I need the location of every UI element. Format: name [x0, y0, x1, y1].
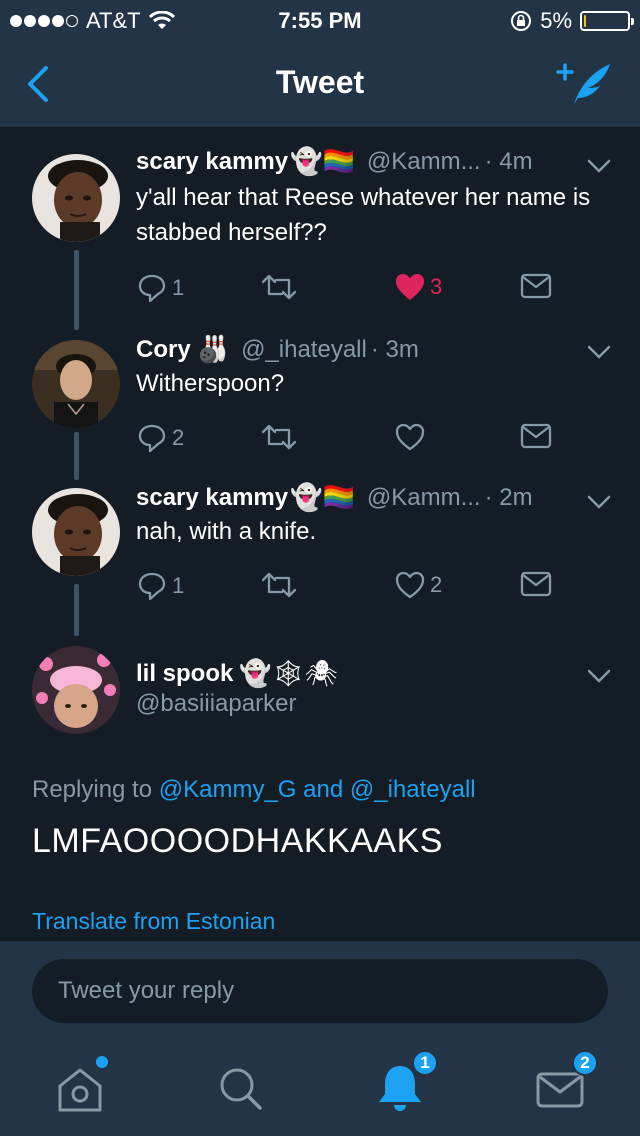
tab-search[interactable]	[210, 1058, 270, 1118]
page-title: Tweet	[275, 64, 365, 100]
mail-icon	[520, 571, 552, 597]
name-emojis: 🎳	[196, 334, 230, 364]
heart-outline-icon	[395, 571, 425, 599]
thread-tweet-2[interactable]: Cory 🎳 @_ihateyall · 3m Witherspoon? 2	[0, 330, 640, 480]
status-bar: AT&T 7:55 PM 5%	[0, 0, 640, 40]
timestamp: · 3m	[370, 335, 419, 363]
search-icon	[220, 1068, 262, 1110]
display-name[interactable]: Cory	[136, 336, 191, 364]
mention-link[interactable]: @_ihateyall	[350, 776, 476, 803]
chevron-down-icon[interactable]	[586, 668, 612, 684]
tweet-header: lil spook 👻🕸🕷	[136, 658, 620, 689]
like-count: 2	[430, 572, 443, 597]
reply-count: 2	[172, 425, 185, 450]
reply-button[interactable]: 1	[136, 570, 184, 602]
tab-messages[interactable]: 2	[530, 1050, 598, 1118]
mention-link[interactable]: @Kammy_G	[159, 776, 297, 803]
retweet-icon	[261, 572, 297, 598]
notifications-badge: 1	[412, 1050, 438, 1076]
reply-input[interactable]	[32, 959, 608, 1023]
tweet-header: scary kammy 👻🏳️‍🌈 @Kamm... · 2m	[136, 482, 620, 513]
tweet-text: y'all hear that Reese whatever her name …	[136, 184, 591, 246]
reply-bar	[0, 940, 640, 1040]
battery-percent: 5%	[540, 8, 572, 33]
avatar[interactable]	[32, 154, 120, 242]
mail-icon	[520, 273, 552, 299]
retweet-icon	[261, 424, 297, 450]
timestamp: · 4m	[484, 147, 533, 175]
display-name[interactable]: scary kammy	[136, 148, 288, 176]
reply-button[interactable]: 2	[136, 422, 184, 454]
like-count: 3	[430, 274, 443, 299]
chevron-down-icon[interactable]	[586, 158, 612, 174]
retweet-button[interactable]	[260, 570, 302, 600]
thread-tweet-3[interactable]: scary kammy 👻🏳️‍🌈 @Kamm... · 2m nah, wit…	[0, 480, 640, 640]
tweet-header: scary kammy 👻🏳️‍🌈 @Kamm... · 4m	[136, 146, 620, 177]
avatar[interactable]	[32, 646, 120, 734]
tab-home[interactable]	[50, 1056, 110, 1118]
replying-to: Replying to @Kammy_G and @_ihateyall	[32, 776, 476, 804]
retweet-button[interactable]	[260, 272, 302, 302]
thread-connector	[74, 250, 79, 330]
tweet-header: Cory 🎳 @_ihateyall · 3m	[136, 334, 620, 365]
heart-icon	[396, 274, 424, 300]
retweet-button[interactable]	[260, 422, 302, 452]
reply-count: 1	[172, 573, 185, 598]
avatar[interactable]	[32, 340, 120, 428]
navigation-bar: Tweet	[0, 40, 640, 128]
thread-connector	[74, 584, 79, 636]
thread-connector	[74, 432, 79, 480]
direct-message-button[interactable]	[520, 570, 552, 598]
name-emojis: 👻🏳️‍🌈	[290, 146, 355, 176]
chevron-down-icon[interactable]	[586, 494, 612, 510]
like-button[interactable]	[394, 422, 430, 452]
display-name[interactable]: scary kammy	[136, 484, 288, 512]
status-right: 5%	[510, 8, 634, 34]
tweet-actions: 2	[136, 422, 566, 456]
translate-link[interactable]: Translate from Estonian	[32, 908, 275, 935]
avatar[interactable]	[32, 488, 120, 576]
like-button[interactable]: 3	[394, 272, 442, 302]
and-label: and	[303, 776, 344, 803]
retweet-icon	[261, 274, 297, 300]
home-new-indicator	[96, 1056, 108, 1068]
heart-outline-icon	[395, 423, 425, 451]
tweet-detail-screen: AT&T 7:55 PM 5% Tweet	[0, 0, 640, 1136]
reply-icon	[138, 274, 166, 303]
tweet-text: LMFAOOOODHAKKAAKS	[32, 822, 443, 860]
direct-message-button[interactable]	[520, 422, 552, 450]
messages-badge: 2	[572, 1050, 598, 1076]
thread-tweet-1[interactable]: scary kammy 👻🏳️‍🌈 @Kamm... · 4m y'all he…	[0, 130, 640, 330]
tweet-text: nah, with a knife.	[136, 518, 317, 545]
tab-bar: 1 2	[0, 1040, 640, 1136]
tweet-actions: 1 3	[136, 272, 566, 306]
display-name[interactable]: lil spook	[136, 660, 233, 688]
replying-to-label: Replying to	[32, 776, 153, 803]
chevron-down-icon[interactable]	[586, 344, 612, 360]
battery-icon	[580, 11, 634, 31]
username[interactable]: @_ihateyall	[241, 336, 367, 364]
name-emojis: 👻🕸🕷	[239, 658, 338, 688]
direct-message-button[interactable]	[520, 272, 552, 300]
mail-icon	[520, 423, 552, 449]
username[interactable]: @Kamm...	[367, 148, 481, 176]
tab-notifications[interactable]: 1	[370, 1050, 438, 1118]
timestamp: · 2m	[484, 483, 533, 511]
username[interactable]: @basiiiaparker	[136, 690, 620, 718]
reply-button[interactable]: 1	[136, 272, 184, 304]
reply-icon	[138, 572, 166, 601]
rotation-lock-icon	[511, 11, 532, 31]
reply-count: 1	[172, 275, 185, 300]
tweet-text: Witherspoon?	[136, 370, 285, 397]
name-emojis: 👻🏳️‍🌈	[290, 482, 355, 512]
username[interactable]: @Kamm...	[367, 484, 481, 512]
compose-tweet-icon[interactable]	[554, 58, 614, 110]
tweet-actions: 1 2	[136, 570, 566, 604]
reply-icon	[138, 424, 166, 453]
like-button[interactable]: 2	[394, 570, 442, 600]
